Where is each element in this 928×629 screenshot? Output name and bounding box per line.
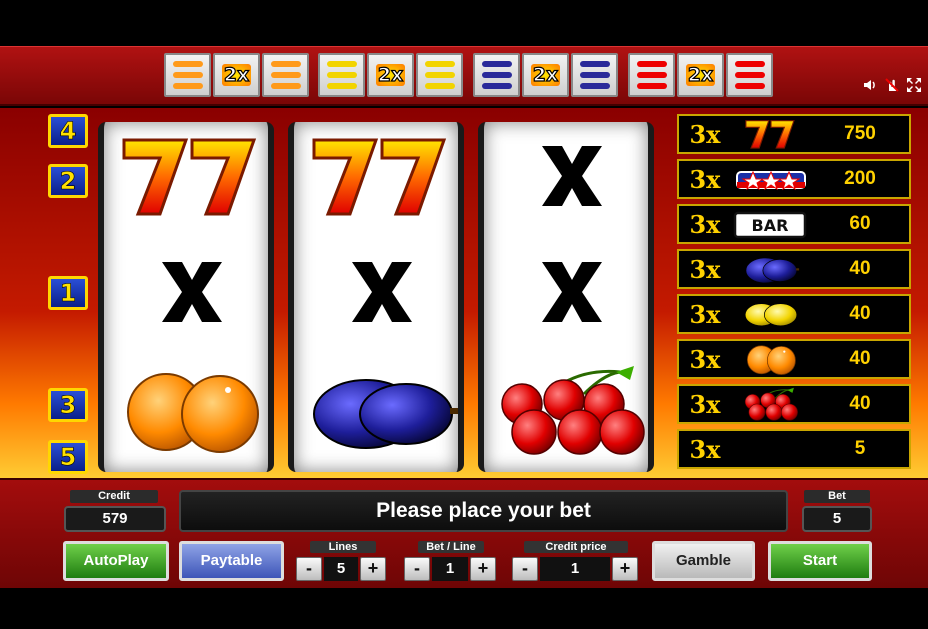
lines-minus-button[interactable]: - <box>296 557 322 581</box>
multiplier-label: 2x <box>375 63 406 87</box>
seven-icon <box>304 130 460 222</box>
pay-value: 40 <box>849 348 871 369</box>
pay-value: 5 <box>854 438 866 459</box>
lines-value: 5 <box>324 557 358 581</box>
no-touch-icon[interactable] <box>884 77 900 93</box>
plum-icon <box>304 364 460 456</box>
line-badge-4[interactable]: 4 <box>48 114 88 148</box>
fullscreen-icon[interactable] <box>906 77 922 93</box>
reel-3 <box>478 122 654 472</box>
pay-value: 750 <box>844 123 876 144</box>
bonus-lemon-2x: 2x <box>318 53 464 97</box>
bonus-banner: 2x 2x 2x 2x <box>0 46 928 106</box>
bet-line-label: Bet / Line <box>418 541 484 553</box>
paytable-row-lemon: 3x 40 <box>677 294 911 334</box>
paytable-row-star: 3x 200 <box>677 159 911 199</box>
credit-price-plus-button[interactable]: + <box>612 557 638 581</box>
credit-price-minus-button[interactable]: - <box>512 557 538 581</box>
bar-icon: BAR <box>731 207 811 241</box>
pay-mult: 3x <box>689 119 721 149</box>
pay-value: 40 <box>849 258 871 279</box>
pay-value: 40 <box>849 303 871 324</box>
paytable-button[interactable]: Paytable <box>179 541 284 581</box>
cherry-icon <box>494 364 650 456</box>
reel-area: 4 2 1 3 5 3x 750 3x 200 3x BAR 60 3x 40 … <box>0 108 928 478</box>
gamble-button[interactable]: Gamble <box>652 541 755 581</box>
status-message: Please place your bet <box>179 490 788 532</box>
multiplier-label: 2x <box>530 63 561 87</box>
lines-plus-button[interactable]: + <box>360 557 386 581</box>
pay-mult: 3x <box>689 344 721 374</box>
pay-mult: 3x <box>689 254 721 284</box>
pay-mult: 3x <box>689 299 721 329</box>
bar-label: BAR <box>752 216 789 235</box>
bonus-orange-2x: 2x <box>164 53 310 97</box>
bet-value: 5 <box>802 506 872 532</box>
pay-mult: 3x <box>689 209 721 239</box>
bonus-cherry-2x: 2x <box>628 53 774 97</box>
x-icon <box>304 246 460 338</box>
line-badge-5[interactable]: 5 <box>48 440 88 474</box>
lemon-icon <box>731 297 811 331</box>
bet-line-minus-button[interactable]: - <box>404 557 430 581</box>
x-icon <box>494 130 650 222</box>
multiplier-label: 2x <box>221 63 252 87</box>
multiplier-label: 2x <box>685 63 716 87</box>
reel-2 <box>288 122 464 472</box>
sound-icon[interactable] <box>862 77 878 93</box>
pay-value: 60 <box>849 213 871 234</box>
paytable-row-x: 3x 5 <box>677 429 911 469</box>
plum-icon <box>731 252 811 286</box>
cherry-icon <box>731 387 811 421</box>
paytable-row-cherry: 3x 40 <box>677 384 911 424</box>
credit-label: Credit <box>70 490 158 503</box>
reel-1 <box>98 122 274 472</box>
lines-label: Lines <box>310 541 376 553</box>
x-icon <box>731 432 811 466</box>
pay-mult: 3x <box>689 389 721 419</box>
bet-line-plus-button[interactable]: + <box>470 557 496 581</box>
orange-icon <box>731 342 811 376</box>
paytable-row-orange: 3x 40 <box>677 339 911 379</box>
line-badge-1[interactable]: 1 <box>48 276 88 310</box>
orange-icon <box>114 364 270 456</box>
bonus-plum-2x: 2x <box>473 53 619 97</box>
credit-price-label: Credit price <box>524 541 628 553</box>
x-icon <box>114 246 270 338</box>
paytable-row-bar: 3x BAR 60 <box>677 204 911 244</box>
seven-icon <box>731 117 811 151</box>
pay-mult: 3x <box>689 164 721 194</box>
credit-price-value: 1 <box>540 557 610 581</box>
seven-icon <box>114 130 270 222</box>
slot-game: 2x 2x 2x 2x 4 2 1 3 5 3x 750 3x 200 3x B… <box>0 0 928 629</box>
x-icon <box>494 246 650 338</box>
bet-label: Bet <box>804 490 870 503</box>
bet-line-value: 1 <box>432 557 468 581</box>
control-panel: Credit 579 Please place your bet Bet 5 A… <box>0 478 928 588</box>
paytable-row-plum: 3x 40 <box>677 249 911 289</box>
paytable-row-seven: 3x 750 <box>677 114 911 154</box>
credit-value: 579 <box>64 506 166 532</box>
autoplay-button[interactable]: AutoPlay <box>63 541 169 581</box>
line-badge-3[interactable]: 3 <box>48 388 88 422</box>
star-icon <box>731 162 811 196</box>
pay-mult: 3x <box>689 434 721 464</box>
pay-value: 40 <box>849 393 871 414</box>
line-badge-2[interactable]: 2 <box>48 164 88 198</box>
start-button[interactable]: Start <box>768 541 872 581</box>
pay-value: 200 <box>844 168 876 189</box>
